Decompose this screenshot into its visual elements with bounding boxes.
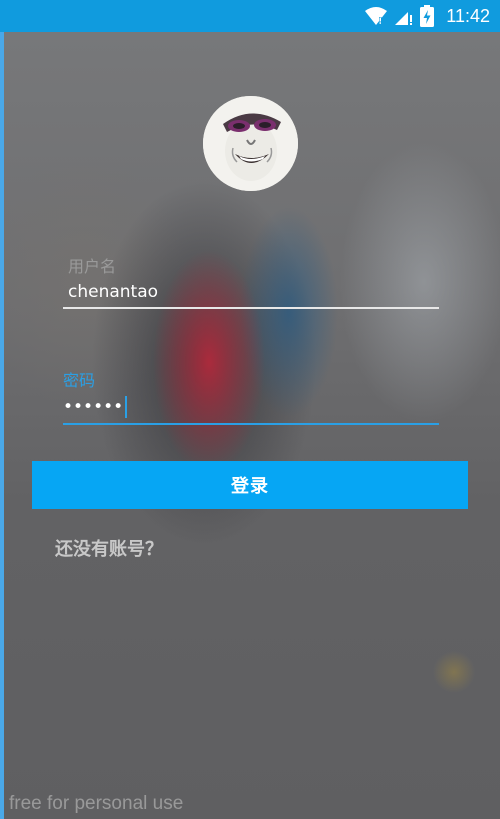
username-underline <box>63 307 439 309</box>
username-field[interactable]: 用户名 chenantao <box>63 257 439 309</box>
username-input[interactable]: chenantao <box>63 277 439 303</box>
status-time: 11:42 <box>446 5 490 26</box>
avatar[interactable] <box>203 96 298 191</box>
login-screen: 11:42 用户名 chenantao 密码 •••••• 登录 还没有账号？ … <box>0 0 500 819</box>
username-label: 用户名 <box>68 257 117 276</box>
password-input[interactable]: •••••• <box>63 391 439 418</box>
battery-charging-icon <box>420 5 435 27</box>
watermark-text: free for personal use <box>9 793 184 814</box>
status-icons: 11:42 <box>364 4 490 28</box>
login-button[interactable]: 登录 <box>32 461 468 509</box>
register-link[interactable]: 还没有账号？ <box>55 535 163 561</box>
left-edge-accent <box>0 32 4 819</box>
avatar-meme-face-icon <box>203 96 298 191</box>
password-field[interactable]: 密码 •••••• <box>63 371 439 425</box>
wifi-icon <box>365 7 388 25</box>
status-bar: 11:42 <box>0 0 500 32</box>
password-underline <box>63 423 439 425</box>
password-masked-value: •••••• <box>63 397 124 417</box>
password-label: 密码 <box>63 371 96 390</box>
signal-icon <box>395 12 413 25</box>
text-cursor <box>125 396 128 418</box>
